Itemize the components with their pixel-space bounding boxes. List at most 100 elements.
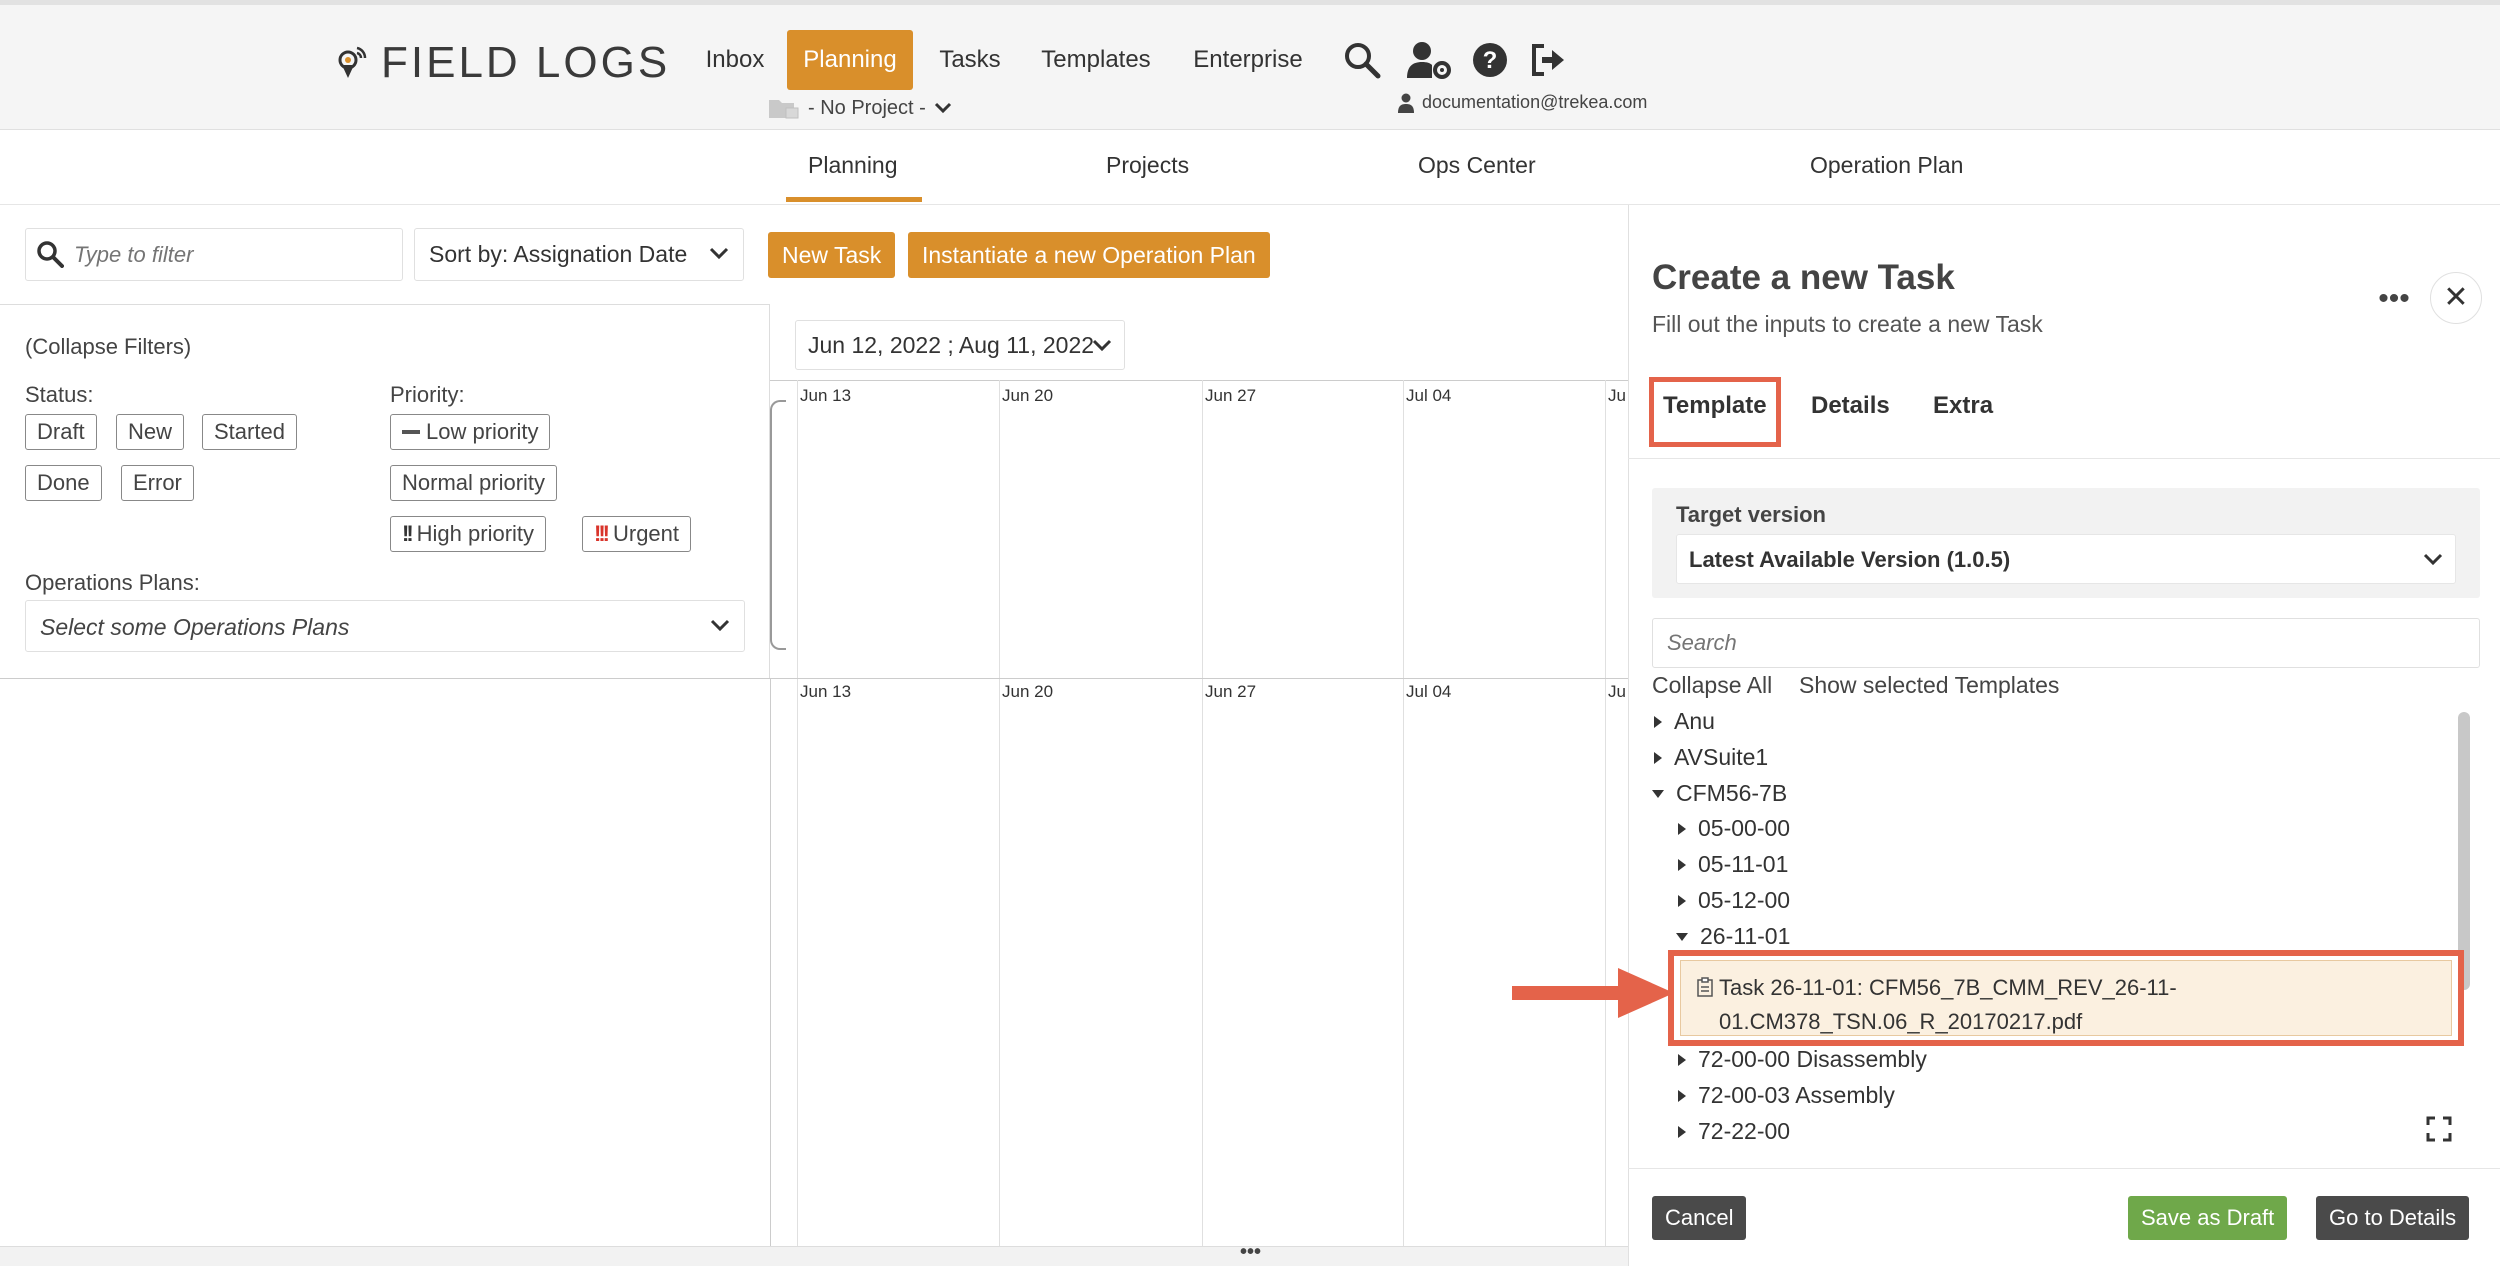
caret-down-icon xyxy=(1676,932,1688,941)
project-selector[interactable]: - No Project - xyxy=(768,96,952,120)
date-range-picker[interactable]: Jun 12, 2022 ; Aug 11, 2022 xyxy=(795,320,1125,370)
timeline-tick: Jul 04 xyxy=(1406,682,1452,701)
tab-details[interactable]: Details xyxy=(1811,392,1890,420)
collapse-filters-link[interactable]: (Collapse Filters) xyxy=(25,334,191,360)
status-chip-error[interactable]: Error xyxy=(121,465,194,501)
search-icon xyxy=(37,241,64,268)
target-version-select[interactable]: Latest Available Version (1.0.5) xyxy=(1676,534,2456,584)
priority-chip-normal[interactable]: Normal priority xyxy=(390,465,558,501)
drawer-title: Create a new Task xyxy=(1652,258,1955,297)
caret-right-icon xyxy=(1678,894,1686,907)
tree-node-72-22-00[interactable]: 72-22-00 xyxy=(1678,1118,1790,1140)
priority-chip-label: Low priority xyxy=(426,419,539,444)
tree-node-26-11-01[interactable]: 26-11-01 xyxy=(1676,923,1790,950)
expand-icon[interactable] xyxy=(2426,1116,2452,1142)
timeline-gridline xyxy=(999,380,1000,1246)
close-icon[interactable]: ✕ xyxy=(2430,272,2482,324)
nav-tasks[interactable]: Tasks xyxy=(925,30,1015,90)
show-selected-templates-link[interactable]: Show selected Templates xyxy=(1799,672,2059,699)
nav-enterprise[interactable]: Enterprise xyxy=(1178,30,1318,90)
tree-scrollbar[interactable] xyxy=(2458,712,2470,990)
new-task-button[interactable]: New Task xyxy=(768,232,896,278)
nav-planning[interactable]: Planning xyxy=(787,30,913,90)
timeline-divider xyxy=(770,678,771,1246)
filter-input-wrapper xyxy=(25,228,403,281)
timeline-tick: Ju xyxy=(1608,386,1626,405)
timeline-gridline xyxy=(1202,380,1203,1246)
folder-icon xyxy=(769,100,799,119)
tab-ops-center[interactable]: Ops Center xyxy=(1418,152,1536,179)
help-icon[interactable]: ? xyxy=(1470,40,1510,80)
timeline-tick: Ju xyxy=(1608,682,1626,701)
priority-chip-low[interactable]: Low priority xyxy=(390,414,551,450)
save-as-draft-button[interactable]: Save as Draft xyxy=(2128,1196,2288,1240)
minus-icon xyxy=(402,430,420,434)
collapse-all-link[interactable]: Collapse All xyxy=(1652,672,1772,699)
tab-template[interactable]: Template xyxy=(1663,392,1767,420)
nav-inbox[interactable]: Inbox xyxy=(690,30,780,90)
chevron-down-icon xyxy=(2423,553,2443,566)
operations-plans-placeholder: Select some Operations Plans xyxy=(40,614,350,640)
timeline-tick: Jun 27 xyxy=(1205,682,1257,701)
nav-templates[interactable]: Templates xyxy=(1030,30,1162,90)
template-search-input[interactable] xyxy=(1667,619,2457,667)
caret-right-icon xyxy=(1678,1125,1686,1138)
caret-right-icon xyxy=(1678,858,1686,871)
tree-node-72-00-03[interactable]: 72-00-03 Assembly xyxy=(1678,1082,1895,1109)
timeline-top xyxy=(770,380,1630,678)
tree-node-avsuite1[interactable]: AVSuite1 xyxy=(1654,744,1768,771)
tree-node-label: Anu xyxy=(1674,708,1715,734)
double-exclamation-icon: !! xyxy=(402,521,414,546)
caret-right-icon xyxy=(1654,751,1662,764)
tree-node-cfm56-7b[interactable]: CFM56-7B xyxy=(1652,780,1787,807)
filter-input[interactable] xyxy=(74,229,394,280)
status-chip-new[interactable]: New xyxy=(116,414,185,450)
priority-chip-high[interactable]: !! High priority xyxy=(390,516,547,552)
target-version-value: Latest Available Version (1.0.5) xyxy=(1689,547,2011,572)
tree-node-label: 72-00-03 Assembly xyxy=(1698,1082,1895,1108)
chevron-down-icon xyxy=(1092,339,1112,352)
logout-icon[interactable] xyxy=(1528,40,1568,80)
tree-node-anu[interactable]: Anu xyxy=(1654,708,1715,735)
timeline-tick: Jun 20 xyxy=(1002,386,1054,405)
tree-node-05-00-00[interactable]: 05-00-00 xyxy=(1678,815,1790,842)
timeline-tick: Jun 13 xyxy=(800,682,852,701)
caret-down-icon xyxy=(1652,789,1664,798)
more-options-icon[interactable]: ••• xyxy=(2376,282,2412,315)
status-chip-started[interactable]: Started xyxy=(202,414,297,450)
tab-extra[interactable]: Extra xyxy=(1933,392,1993,420)
instantiate-operation-plan-button[interactable]: Instantiate a new Operation Plan xyxy=(908,232,1270,278)
task-label-line: Task 26-11-01: CFM56_7B_CMM_REV_26-11- xyxy=(1719,975,2177,1000)
go-to-details-button[interactable]: Go to Details xyxy=(2316,1196,2470,1240)
user-account[interactable]: documentation@trekea.com xyxy=(1398,92,1647,113)
status-chip-draft[interactable]: Draft xyxy=(25,414,97,450)
operations-plans-select[interactable]: Select some Operations Plans xyxy=(25,600,745,652)
status-chip-done[interactable]: Done xyxy=(25,465,102,501)
drag-handle-icon[interactable]: ••• xyxy=(1240,1241,1261,1264)
tree-node-72-00-00[interactable]: 72-00-00 Disassembly xyxy=(1678,1046,1927,1073)
triple-exclamation-icon: !!! xyxy=(594,521,610,546)
svg-text:?: ? xyxy=(1483,47,1498,74)
app-logo[interactable]: FIELD LOGS xyxy=(381,38,670,88)
tab-projects[interactable]: Projects xyxy=(1106,152,1189,179)
sort-select[interactable]: Sort by: Assignation Date xyxy=(414,228,744,281)
task-label: Task 26-11-01: CFM56_7B_CMM_REV_26-11- 0… xyxy=(1719,971,2439,1039)
tree-node-label: AVSuite1 xyxy=(1674,744,1769,770)
timeline-gridline xyxy=(1605,380,1606,1246)
tree-node-05-11-01[interactable]: 05-11-01 xyxy=(1678,851,1788,878)
active-tab-indicator xyxy=(786,197,922,202)
tabs-divider xyxy=(1628,458,2500,459)
clipboard-icon xyxy=(1697,977,1713,997)
user-settings-icon[interactable] xyxy=(1406,40,1452,80)
tab-planning[interactable]: Planning xyxy=(808,152,898,179)
tree-leaf-task-26-11-01[interactable]: Task 26-11-01: CFM56_7B_CMM_REV_26-11- 0… xyxy=(1680,960,2452,1036)
sub-navigation xyxy=(0,130,2500,205)
cancel-button[interactable]: Cancel xyxy=(1652,1196,1747,1240)
tab-operation-plan[interactable]: Operation Plan xyxy=(1810,152,1963,179)
timeline-scroll-handle[interactable] xyxy=(770,400,786,650)
tree-node-05-12-00[interactable]: 05-12-00 xyxy=(1678,887,1790,914)
priority-chip-urgent[interactable]: !!! Urgent xyxy=(582,516,692,552)
resize-bar[interactable]: ••• xyxy=(0,1241,1630,1266)
search-icon[interactable] xyxy=(1342,40,1382,80)
tree-node-label: 26-11-01 xyxy=(1700,923,1791,949)
